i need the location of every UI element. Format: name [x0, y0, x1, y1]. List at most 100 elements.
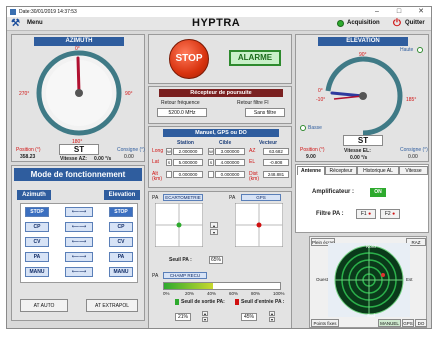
azimuth-setpoint-label: Consigne (°) [117, 147, 145, 153]
ecarto-down-icon[interactable]: ▾ [210, 229, 218, 235]
station-dir[interactable]: W [166, 148, 172, 155]
cible-dir[interactable]: S [208, 159, 214, 166]
azimuth-position-value: 358.23 [20, 154, 36, 160]
elevation-dial-90: 90° [359, 52, 367, 58]
cible-value[interactable]: 0.000000 [215, 171, 245, 178]
champ-recu-button[interactable]: CHAMP RECU [163, 272, 207, 279]
alarm-indicator: ALARME [229, 50, 281, 66]
radar-manuel-button[interactable]: MANUEL [378, 319, 401, 327]
entree-value[interactable]: 45% [241, 313, 257, 321]
sortie-value[interactable]: 21% [175, 313, 191, 321]
radar-panel: Plein écran RAZ Nord Est Ouest Sud Point… [309, 236, 427, 328]
cible-dir[interactable]: W [208, 148, 214, 155]
elevation-status: ST [343, 135, 383, 146]
tab-vitesse[interactable]: Vitesse [399, 166, 428, 175]
filter-label: Retour filtre FI [237, 100, 269, 106]
ecartometrie-button[interactable]: ECARTOMETRIE [163, 194, 203, 201]
station-dir[interactable] [166, 171, 172, 178]
azimuth-position-label: Position (°) [16, 147, 41, 153]
f2-button[interactable]: F2 ● [380, 209, 400, 219]
station-value[interactable]: 5.000000 [173, 159, 203, 166]
cible-value[interactable]: 4.000000 [215, 159, 245, 166]
elevation-title: ELEVATION [318, 37, 408, 46]
ampli-toggle[interactable]: ON [370, 188, 386, 197]
elevation-dial-0: 0° [318, 88, 323, 94]
gauge-tick: 60% [229, 291, 239, 296]
mode-azimuth-manu[interactable]: MANU [25, 267, 49, 277]
mode-link-arrow-icon[interactable]: ⟵⟶ [65, 222, 93, 232]
quit-button[interactable]: Quitter [405, 20, 425, 26]
minimize-button[interactable]: – [369, 7, 385, 17]
cible-value[interactable]: 3.000000 [215, 148, 245, 155]
vecteur-label: Dist (km) [249, 171, 259, 182]
mode-azimuth-cp[interactable]: CP [25, 222, 49, 232]
gps-button[interactable]: GPS [241, 194, 281, 201]
acquisition-indicator [337, 20, 344, 27]
f1-button[interactable]: F1 ● [356, 209, 376, 219]
entree-down-icon[interactable]: ▾ [269, 317, 275, 322]
gauge-tick: 100% [273, 291, 285, 296]
mode-elevation-manu[interactable]: MANU [109, 267, 133, 277]
mode-azimuth-stop[interactable]: STOP [25, 207, 49, 217]
azimuth-panel: AZIMUTH 0° 90° 180° 270° ST Position (°)… [11, 34, 145, 162]
freq-value: 5200.0 MHz [157, 108, 207, 117]
ecarto-up-icon[interactable]: ▴ [210, 222, 218, 228]
gauge-tick: 0% [163, 291, 170, 296]
station-dir[interactable]: S [166, 159, 172, 166]
tab-recepteur[interactable]: Récepteur [325, 166, 357, 175]
azimuth-dial-0: 0° [75, 46, 80, 52]
vecteur-label: EL [249, 159, 256, 165]
close-window-button[interactable]: ✕ [413, 7, 429, 17]
tab-antenne[interactable]: Antenne [297, 166, 325, 175]
vecteur-value: 248.881 [263, 171, 289, 178]
menu-button[interactable]: Menu [27, 20, 43, 26]
sortie-up-icon[interactable]: ▴ [202, 311, 208, 316]
mode-elevation-stop[interactable]: STOP [109, 207, 133, 217]
mode-link-arrow-icon[interactable]: ⟵⟶ [65, 252, 93, 262]
azimuth-speed-label: Vitesse AZ: [60, 156, 87, 162]
at-auto-button[interactable]: AT AUTO [20, 299, 68, 312]
radar-do-button[interactable]: DO [415, 319, 427, 327]
f1-label: F1 [360, 211, 367, 217]
station-value[interactable]: 2.000000 [173, 148, 203, 155]
mode-elevation-pa[interactable]: PA [109, 252, 133, 262]
ecarto-target [155, 203, 203, 247]
mode-link-arrow-icon[interactable]: ⟵⟶ [65, 237, 93, 247]
tab-historique[interactable]: Historique AL [357, 166, 399, 175]
sortie-down-icon[interactable]: ▾ [202, 317, 208, 322]
mode-azimuth-pa[interactable]: PA [25, 252, 49, 262]
champ-gauge-fill [164, 283, 213, 289]
elevation-setpoint-value: 0.00 [408, 154, 418, 160]
manual-row-label: Lat [152, 159, 159, 165]
gps-target [235, 203, 283, 247]
f1-dot-icon: ● [368, 211, 372, 217]
mode-link-arrow-icon[interactable]: ⟵⟶ [65, 207, 93, 217]
gauge-tick: 20% [185, 291, 195, 296]
receiver-panel: Récepteur de poursuite Retour fréquence … [148, 86, 292, 124]
points-fixes-button[interactable]: Points fixes [311, 319, 339, 327]
app-title: HYPTRA [192, 17, 241, 29]
cible-dir[interactable] [208, 171, 214, 178]
mode-elevation-cv[interactable]: CV [109, 237, 133, 247]
mode-elevation-cp[interactable]: CP [109, 222, 133, 232]
manual-title: Manuel, GPS ou DO [163, 129, 279, 137]
elevation-position-label: Position (°) [300, 147, 325, 153]
window-title: Date:30/01/2019 14:37:53 [19, 9, 77, 15]
col-vecteur: Vecteur [259, 140, 278, 146]
station-value[interactable]: 0.000000 [173, 171, 203, 178]
title-bar: Date:30/01/2019 14:37:53 – □ ✕ [7, 7, 431, 17]
azimuth-setpoint-value: 0.00 [124, 154, 134, 160]
entree-up-icon[interactable]: ▴ [269, 311, 275, 316]
seuil-pa-value: 65% [209, 256, 223, 264]
mode-link-arrow-icon[interactable]: ⟵⟶ [65, 267, 93, 277]
maximize-button[interactable]: □ [391, 7, 407, 17]
radar-gps-button[interactable]: GPS [402, 319, 414, 327]
gauge-tick: 80% [251, 291, 261, 296]
app-icon [10, 9, 16, 15]
at-extrapol-button[interactable]: AT EXTRAPOL [86, 299, 138, 312]
azimuth-dial-90: 90° [125, 91, 133, 97]
power-icon[interactable]: ⏻ [393, 18, 402, 29]
mode-azimuth-cv[interactable]: CV [25, 237, 49, 247]
pa-panel: PA ECARTOMETRIE PA GPS ▴ ▾ Seuil PA : 65… [148, 191, 292, 328]
stop-button[interactable]: STOP [169, 39, 209, 79]
